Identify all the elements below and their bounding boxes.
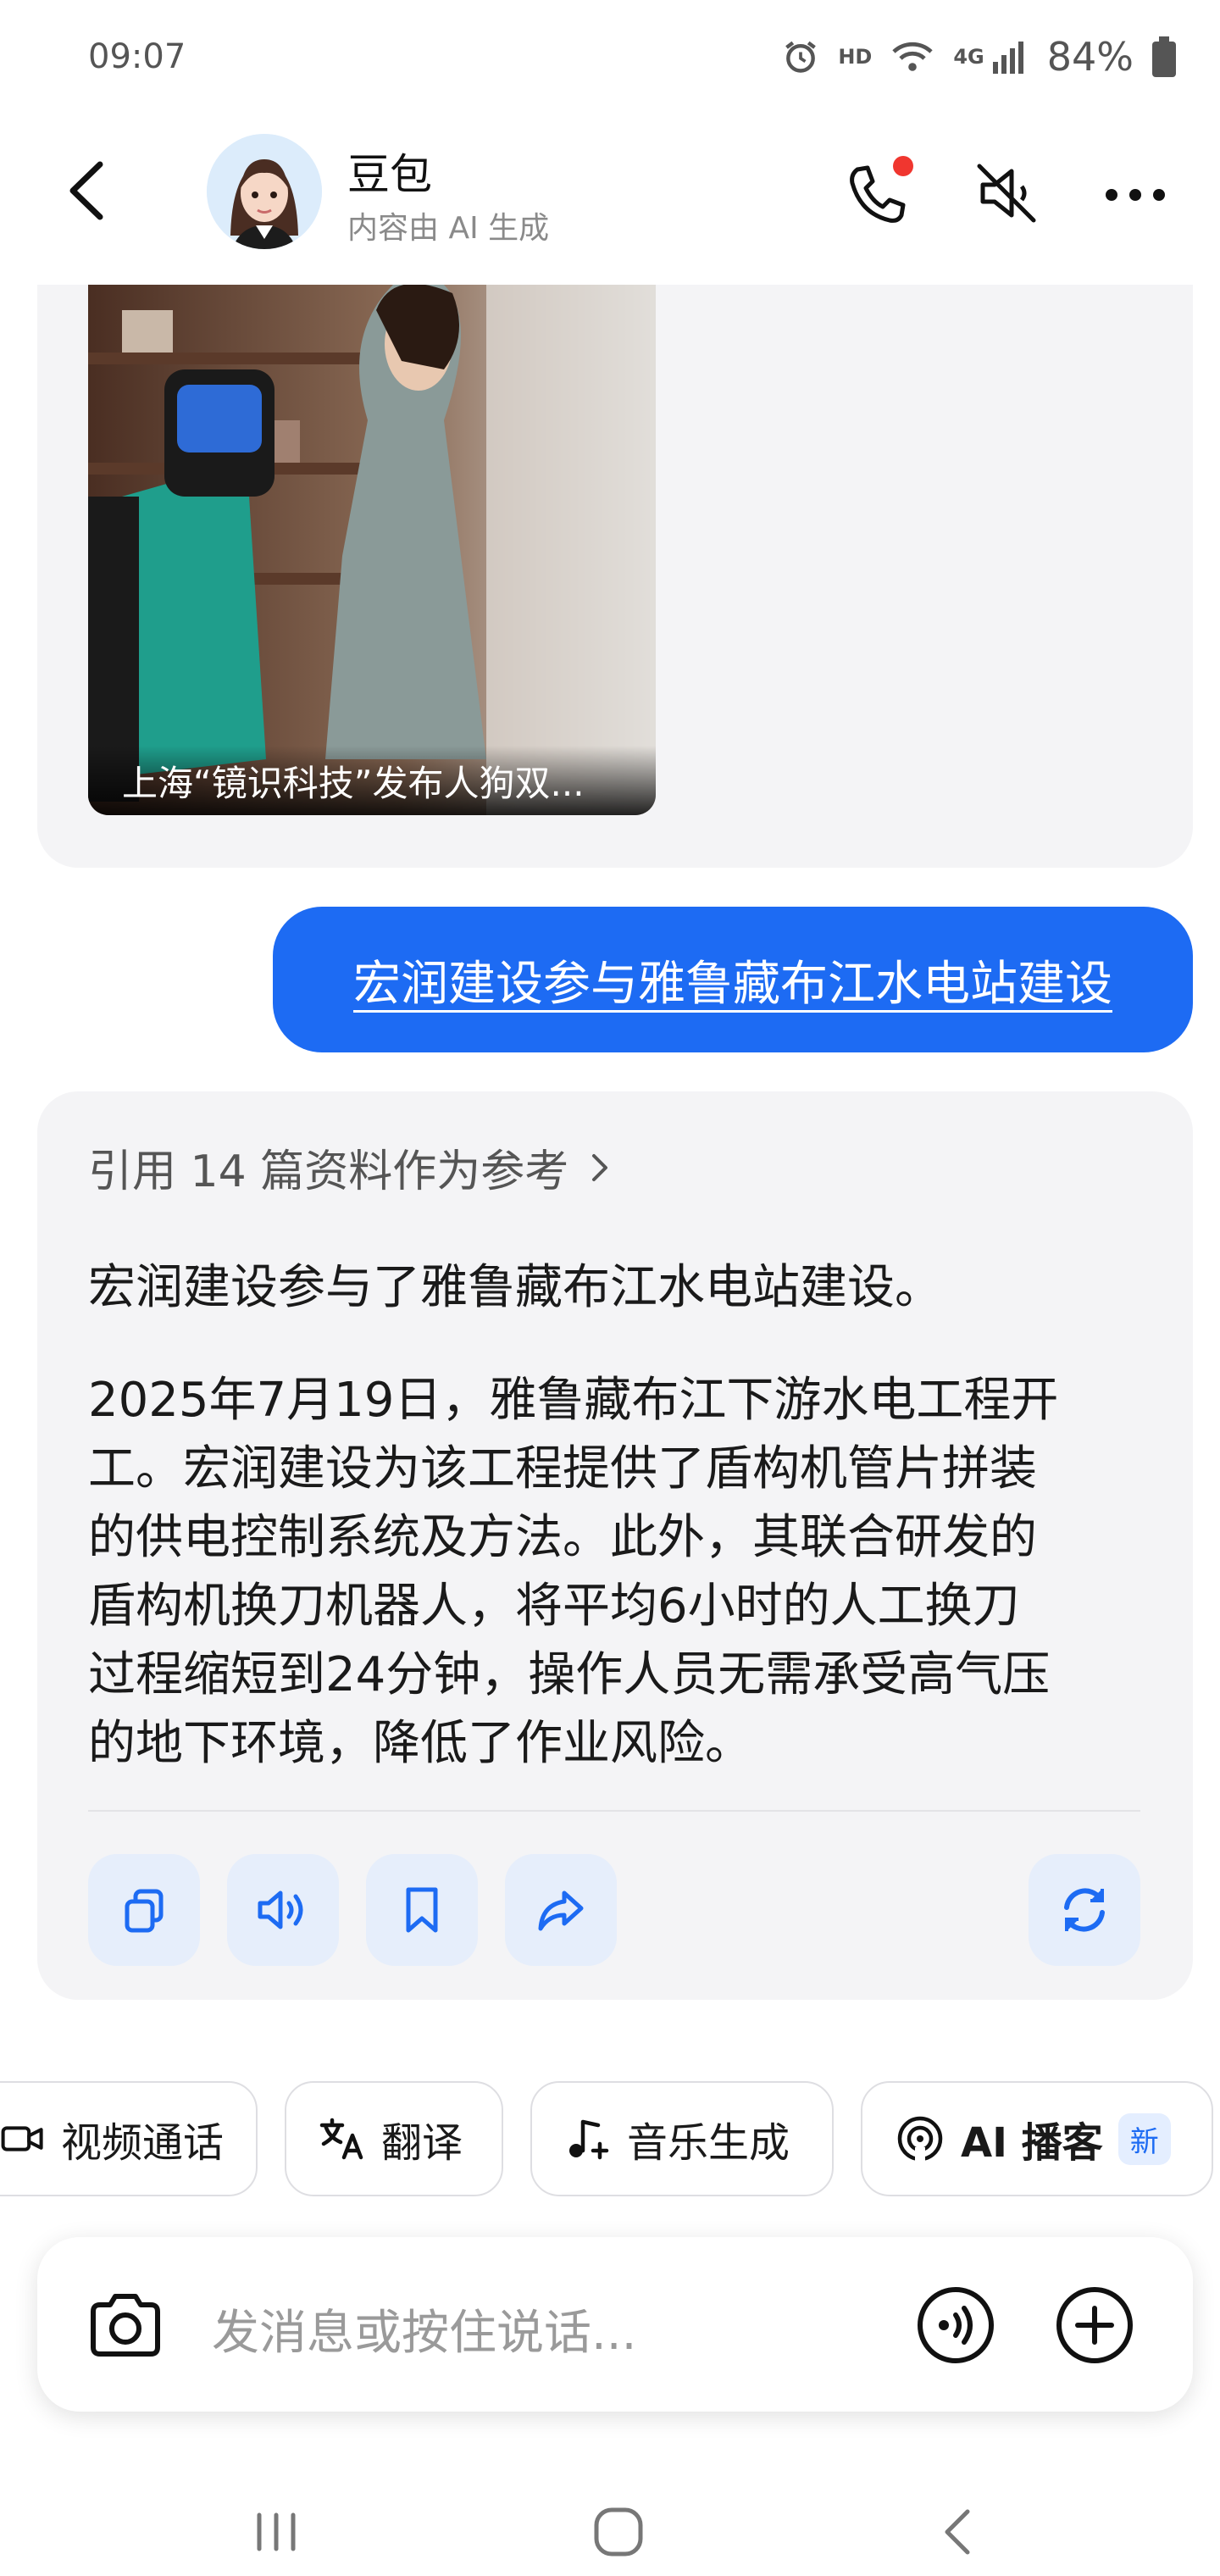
recent-apps-button[interactable]: [242, 2498, 310, 2566]
more-button[interactable]: [1101, 169, 1169, 220]
chat-title: 豆包: [347, 150, 432, 199]
answer-line: 工。宏润建设为该工程提供了盾构机管片拼装: [88, 1441, 1037, 1496]
podcast-chip[interactable]: AI 播客 新: [861, 2081, 1213, 2196]
translate-icon: [319, 2118, 363, 2160]
hd-label: HD: [838, 45, 873, 69]
user-message-text[interactable]: 宏润建设参与雅鲁藏布江水电站建设: [353, 946, 1112, 1014]
new-badge: 新: [1117, 2112, 1171, 2165]
news-thumbnail[interactable]: [88, 285, 656, 815]
status-icons: HD 4G 84%: [782, 34, 1176, 80]
music-chip[interactable]: 音乐生成: [530, 2081, 834, 2196]
network-label: 4G: [953, 45, 984, 69]
avatar-illustration: [207, 134, 322, 249]
video-camera-icon: [1, 2126, 43, 2151]
copy-icon: [125, 1889, 164, 1933]
answer-body: 2025年7月19日，雅鲁藏布江下游水电工程开 工。宏润建设为该工程提供了盾构机…: [88, 1366, 1147, 1778]
translate-chip[interactable]: 翻译: [285, 2081, 503, 2196]
system-back-button[interactable]: [925, 2498, 993, 2566]
camera-icon: [91, 2294, 160, 2357]
avatar[interactable]: [207, 134, 322, 249]
reference-link[interactable]: 引用 14 篇资料作为参考: [88, 1135, 618, 1199]
battery-icon: [1152, 36, 1176, 77]
voice-wave-icon: [918, 2287, 994, 2363]
mute-button[interactable]: [966, 153, 1047, 234]
refresh-icon: [1064, 1888, 1105, 1932]
phone-icon: [850, 156, 913, 223]
status-time: 09:07: [88, 37, 186, 76]
chat-subtitle: 内容由 AI 生成: [347, 211, 550, 246]
back-button[interactable]: [51, 153, 127, 229]
back-arrow-icon: [69, 161, 103, 220]
home-button[interactable]: [585, 2498, 652, 2566]
answer-lead: 宏润建设参与了雅鲁藏布江水电站建设。: [88, 1260, 942, 1315]
music-note-icon: [569, 2119, 609, 2160]
chevron-right-icon: [592, 1153, 608, 1181]
share-icon: [538, 1890, 584, 1931]
battery-percent: 84%: [1046, 34, 1134, 80]
speaker-mute-icon: [977, 164, 1036, 223]
answer-line: 的地下环境，降低了作业风险。: [88, 1716, 752, 1771]
regenerate-button[interactable]: [1029, 1854, 1140, 1966]
voice-button[interactable]: [912, 2281, 1000, 2369]
answer-line: 盾构机换刀机器人，将平均6小时的人工换刀: [88, 1579, 1020, 1634]
answer-line: 的供电控制系统及方法。此外，其联合研发的: [88, 1510, 1037, 1565]
reference-text: 引用 14 篇资料作为参考: [88, 1146, 569, 1197]
wifi-icon: [892, 42, 933, 71]
home-icon: [594, 2507, 643, 2557]
answer-divider: [88, 1810, 1140, 1812]
read-aloud-button[interactable]: [227, 1854, 339, 1966]
news-caption: 上海“镜识科技”发布人狗双...: [88, 746, 656, 815]
call-button[interactable]: [834, 151, 918, 236]
plus-icon: [1056, 2287, 1133, 2363]
answer-line: 2025年7月19日，雅鲁藏布江下游水电工程开: [88, 1373, 1059, 1428]
video-call-chip[interactable]: 视频通话: [0, 2081, 258, 2196]
music-label: 音乐生成: [627, 2119, 790, 2167]
user-message-bubble[interactable]: 宏润建设参与雅鲁藏布江水电站建设: [273, 907, 1193, 1052]
more-dots-icon: [1106, 189, 1165, 201]
podcast-label: AI 播客: [961, 2119, 1103, 2167]
news-image: [88, 285, 656, 815]
video-call-label: 视频通话: [60, 2119, 224, 2167]
signal-icon: [992, 42, 1023, 74]
bookmark-icon: [406, 1887, 438, 1933]
speaker-icon: [258, 1890, 303, 1929]
copy-button[interactable]: [88, 1854, 200, 1966]
translate-label: 翻译: [381, 2119, 463, 2167]
answer-line: 过程缩短到24分钟，操作人员无需承受高气压: [88, 1647, 1051, 1702]
alarm-icon: [785, 41, 817, 73]
message-input[interactable]: 发消息或按住说话...: [212, 2295, 636, 2363]
recents-icon: [257, 2512, 296, 2551]
plus-button[interactable]: [1051, 2281, 1139, 2369]
podcast-icon: [897, 2116, 943, 2164]
camera-button[interactable]: [85, 2285, 166, 2366]
bookmark-button[interactable]: [366, 1854, 478, 1966]
share-button[interactable]: [505, 1854, 617, 1966]
nav-back-icon: [945, 2509, 970, 2555]
